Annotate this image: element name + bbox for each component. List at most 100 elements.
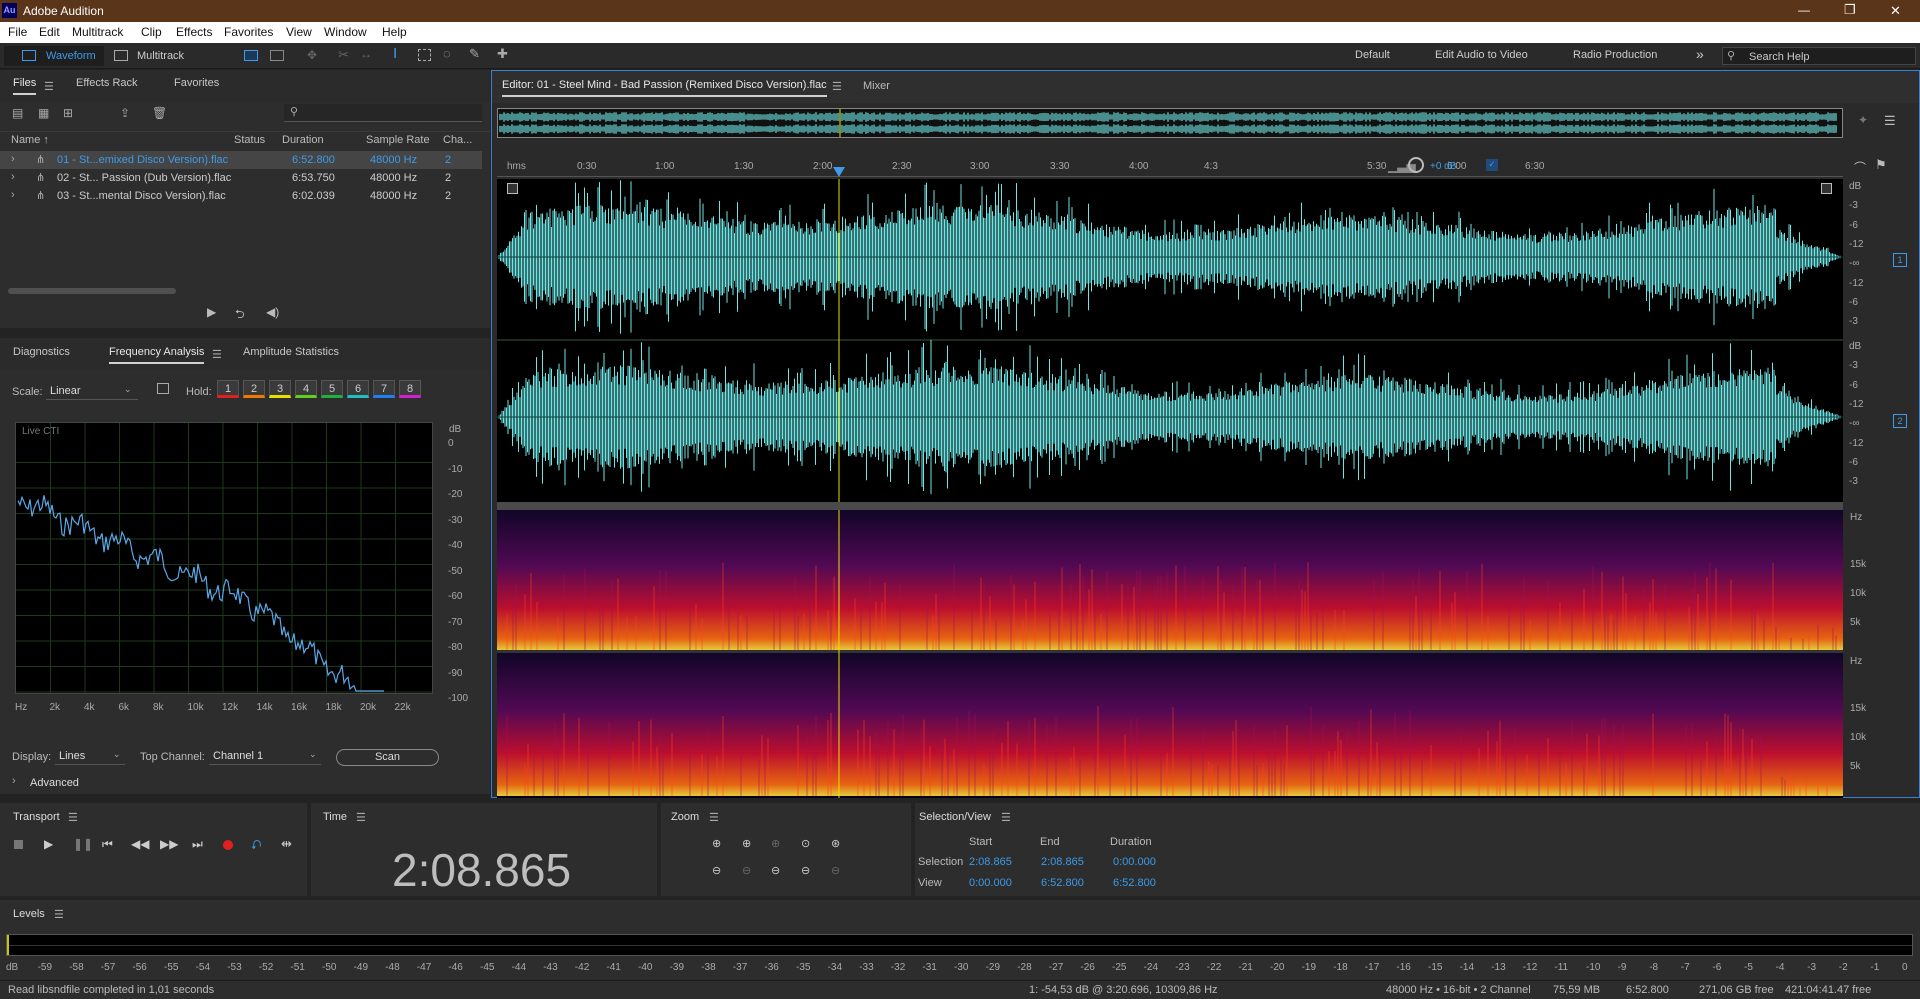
column-sample-rate[interactable]: Sample Rate <box>366 134 430 146</box>
channel-2-badge[interactable]: 2 <box>1893 414 1907 428</box>
play-preview-icon[interactable]: ▶ <box>207 305 216 319</box>
gain-knob-icon[interactable] <box>1408 157 1424 173</box>
horizontal-scrollbar[interactable] <box>8 288 176 294</box>
expand-arrow-icon[interactable]: › <box>11 153 15 165</box>
frequency-panel-menu-icon[interactable]: ☰ <box>212 348 222 361</box>
brush-tool-icon[interactable]: ✎ <box>469 46 480 62</box>
expand-arrow-icon[interactable]: › <box>11 189 15 201</box>
spot-healing-tool-icon[interactable]: ✚ <box>497 46 508 62</box>
menu-multitrack[interactable]: Multitrack <box>72 25 123 39</box>
time-selection-tool-icon[interactable]: I <box>393 45 397 62</box>
insert-into-multitrack-icon[interactable]: ⇪ <box>120 106 130 120</box>
selection-duration-value[interactable]: 0:00.000 <box>1113 856 1156 868</box>
hold-button-6[interactable]: 6 <box>347 380 369 398</box>
hold-button-8[interactable]: 8 <box>399 380 421 398</box>
menu-help[interactable]: Help <box>382 25 407 39</box>
view-end-value[interactable]: 6:52.800 <box>1041 877 1084 889</box>
zoom-in-amplitude-icon[interactable]: ⊕ <box>712 837 721 850</box>
hud-toggle-icon[interactable] <box>507 183 518 194</box>
current-time-display[interactable]: 2:08.865 <box>392 843 571 897</box>
move-tool-icon[interactable]: ✥ <box>307 48 317 62</box>
table-row[interactable]: › ⋔ 02 - St... Passion (Dub Version).fla… <box>0 169 482 187</box>
gain-value[interactable]: +0 dB <box>1430 161 1456 172</box>
spectral-display-icon[interactable] <box>244 50 258 61</box>
autoplay-icon[interactable]: ◀) <box>266 305 279 319</box>
overview-waveform[interactable] <box>497 108 1843 138</box>
table-row[interactable]: › ⋔ 01 - St...emixed Disco Version).flac… <box>0 151 482 169</box>
workspace-radio-production[interactable]: Radio Production <box>1573 49 1657 61</box>
spectral-divider[interactable] <box>497 502 1843 510</box>
advanced-expander-icon[interactable]: › <box>12 775 16 787</box>
hold-button-3[interactable]: 3 <box>269 380 291 398</box>
search-help-box[interactable]: ⚲ Search Help <box>1722 47 1916 65</box>
tab-favorites[interactable]: Favorites <box>174 73 219 99</box>
menu-clip[interactable]: Clip <box>141 25 162 39</box>
pause-button[interactable]: ❚❚ <box>73 837 93 851</box>
menu-window[interactable]: Window <box>324 25 367 39</box>
view-start-value[interactable]: 0:00.000 <box>969 877 1012 889</box>
zoom-reset-icon[interactable]: ✦ <box>1858 113 1868 127</box>
view-duration-value[interactable]: 6:52.800 <box>1113 877 1156 889</box>
pitch-display-icon[interactable] <box>270 50 284 61</box>
razor-tool-icon[interactable]: ✂ <box>338 47 349 63</box>
close-file-icon[interactable]: 🗑 <box>152 106 167 120</box>
column-duration[interactable]: Duration <box>282 134 324 146</box>
zoom-out-full-icon[interactable]: ⊖ <box>801 864 810 877</box>
scale-dropdown[interactable]: Linear ⌄ <box>46 382 138 400</box>
display-dropdown[interactable]: Lines ⌄ <box>55 747 125 765</box>
column-name[interactable]: Name ↑ <box>11 134 49 146</box>
tab-diagnostics[interactable]: Diagnostics <box>13 342 70 368</box>
scan-button[interactable]: Scan <box>336 749 439 766</box>
files-search-input[interactable]: ⚲ <box>284 104 482 122</box>
skip-silence-button[interactable]: ⇹ <box>281 836 292 852</box>
restore-button[interactable]: ❐ <box>1844 2 1856 18</box>
slip-tool-icon[interactable]: ↔ <box>360 47 372 61</box>
column-status[interactable]: Status <box>234 134 265 146</box>
tab-effects-rack[interactable]: Effects Rack <box>76 73 138 99</box>
timeline-ruler[interactable]: hms 0:30 1:00 1:30 2:00 2:30 3:00 3:30 4:00 4:3 5:… <box>497 155 1843 177</box>
rewind-button[interactable]: ◀◀ <box>131 837 149 851</box>
menu-effects[interactable]: Effects <box>176 25 212 39</box>
next-button[interactable]: ⏭ <box>192 837 203 852</box>
advanced-label[interactable]: Advanced <box>30 777 79 789</box>
hold-button-5[interactable]: 5 <box>321 380 343 398</box>
tab-amplitude-statistics[interactable]: Amplitude Statistics <box>243 342 339 368</box>
zoom-out-amplitude-icon[interactable]: ⊖ <box>712 864 721 877</box>
column-channels[interactable]: Cha... <box>443 134 472 146</box>
new-file-icon[interactable]: ⊞ <box>63 106 73 120</box>
editor-tab[interactable]: Editor: 01 - Steel Mind - Bad Passion (R… <box>502 79 827 97</box>
zoom-in-point-icon[interactable]: ⊕ <box>771 837 780 850</box>
minimize-button[interactable]: — <box>1798 3 1810 17</box>
expand-arrow-icon[interactable]: › <box>11 171 15 183</box>
menu-favorites[interactable]: Favorites <box>224 25 273 39</box>
import-file-icon[interactable]: ▦ <box>38 106 49 120</box>
more-workspaces-button[interactable]: » <box>1696 46 1704 62</box>
spectral-display[interactable] <box>497 510 1843 798</box>
selection-menu-icon[interactable]: ☰ <box>1001 811 1011 824</box>
previous-button[interactable]: ⏮ <box>102 837 113 852</box>
table-row[interactable]: › ⋔ 03 - St...mental Disco Version).flac… <box>0 187 482 205</box>
channel-menu-icon[interactable]: ☰ <box>1884 113 1896 129</box>
freeze-graph-icon[interactable] <box>157 383 169 394</box>
playhead-marker-icon[interactable] <box>833 167 845 177</box>
fade-handle-icon[interactable] <box>1821 183 1832 194</box>
zoom-fit-icon[interactable]: ⊖ <box>831 864 840 877</box>
tab-files[interactable]: Files <box>13 73 37 95</box>
waveform-view-button[interactable]: Waveform <box>4 46 104 66</box>
zoom-out-point-icon[interactable]: ⊖ <box>771 864 780 877</box>
open-file-icon[interactable]: ▤ <box>12 106 23 120</box>
hold-button-4[interactable]: 4 <box>295 380 317 398</box>
transport-menu-icon[interactable]: ☰ <box>68 811 78 824</box>
channel-1-badge[interactable]: 1 <box>1893 253 1907 267</box>
record-button[interactable] <box>223 840 233 850</box>
marquee-tool-icon[interactable] <box>418 49 431 61</box>
loop-preview-icon[interactable]: ⮌ <box>235 305 245 326</box>
stop-button[interactable] <box>14 840 23 849</box>
editor-menu-icon[interactable]: ☰ <box>832 80 842 93</box>
pin-icon[interactable]: ✓ <box>1486 159 1498 171</box>
multitrack-view-button[interactable]: Multitrack <box>112 46 202 66</box>
tab-mixer[interactable]: Mixer <box>863 80 890 92</box>
time-menu-icon[interactable]: ☰ <box>356 811 366 824</box>
hold-button-2[interactable]: 2 <box>243 380 265 398</box>
snap-icon[interactable]: ⌒ <box>1854 159 1866 176</box>
